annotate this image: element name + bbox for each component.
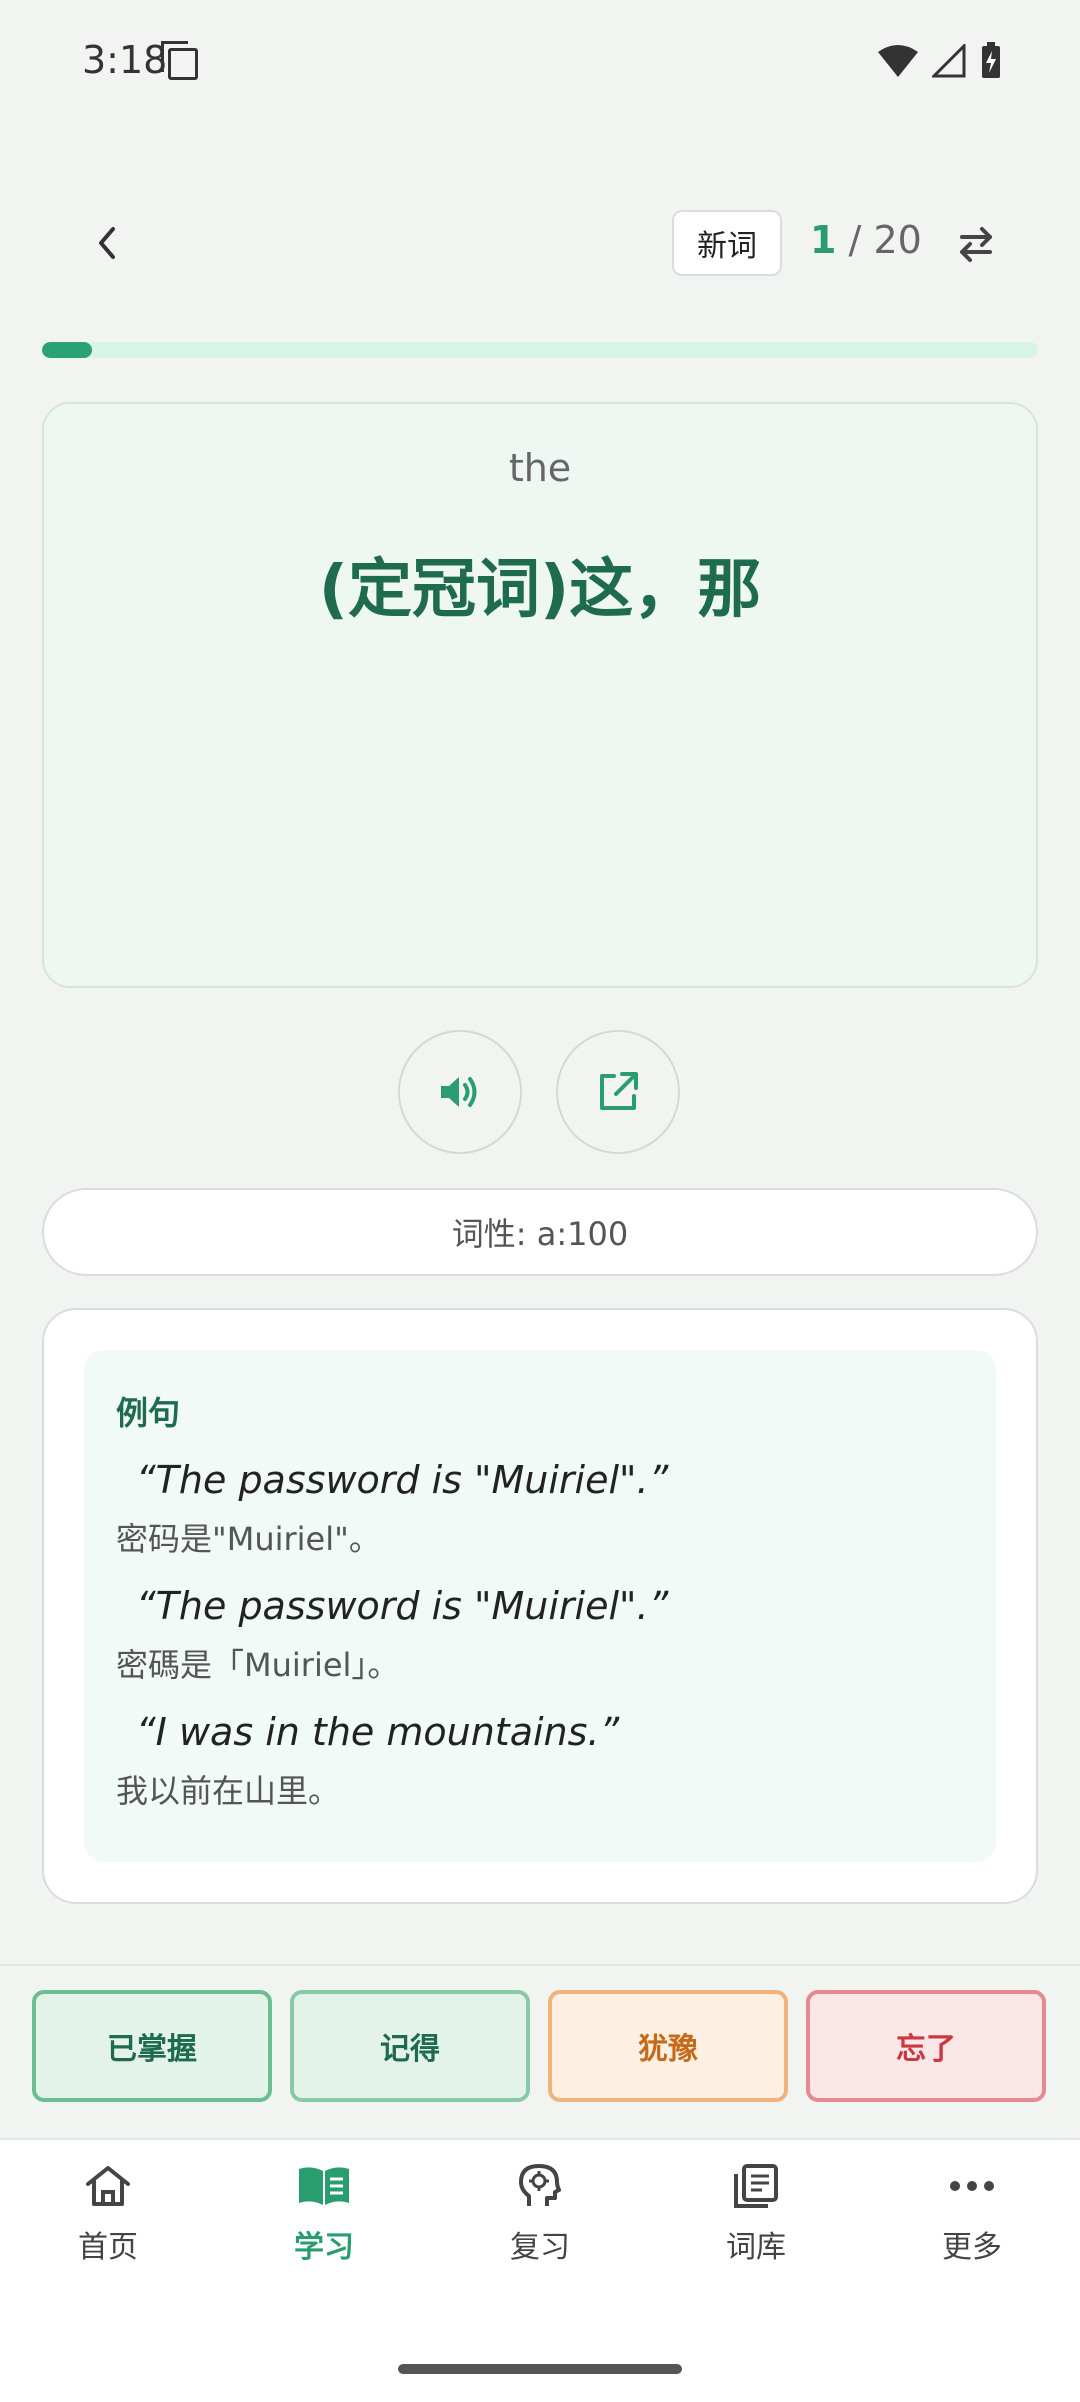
swap-arrows-icon	[960, 227, 992, 262]
nav-label: 更多	[942, 2230, 1002, 2265]
part-of-speech: 词性: a:100	[42, 1188, 1038, 1276]
hesitate-button[interactable]: 犹豫	[548, 1990, 788, 2102]
speaker-icon	[441, 1077, 477, 1107]
remember-button[interactable]: 记得	[290, 1990, 530, 2102]
example-sentence-en: “I was in the mountains.”	[136, 1710, 620, 1754]
new-word-badge: 新词	[672, 210, 782, 276]
nav-home[interactable]: 首页	[0, 2156, 216, 2266]
nav-review[interactable]: 复习	[432, 2156, 648, 2266]
home-icon	[78, 2156, 138, 2216]
example-sentence-en: “The password is "Muiriel".”	[136, 1584, 669, 1628]
word-meaning: (定冠词)这，那	[318, 553, 762, 627]
library-icon	[726, 2156, 786, 2216]
nav-library[interactable]: 词库	[648, 2156, 864, 2266]
brain-icon	[510, 2156, 570, 2216]
book-icon	[294, 2156, 354, 2216]
pronounce-button[interactable]	[398, 1030, 522, 1154]
nav-study[interactable]: 学习	[216, 2156, 432, 2266]
example-sentence-en: “The password is "Muiriel".”	[136, 1458, 669, 1502]
example-sentence-zh: 我以前在山里。	[116, 1772, 341, 1810]
forgot-button[interactable]: 忘了	[806, 1990, 1046, 2102]
back-button[interactable]	[82, 210, 132, 276]
more-icon	[942, 2156, 1002, 2216]
mastered-button[interactable]: 已掌握	[32, 1990, 272, 2102]
example-sentence-zh: 密碼是「Muiriel」。	[116, 1646, 400, 1684]
open-external-button[interactable]	[556, 1030, 680, 1154]
signal-icon	[932, 44, 966, 78]
home-indicator[interactable]	[398, 2364, 682, 2374]
chevron-left-icon	[99, 227, 115, 259]
progress-bar	[42, 342, 1038, 358]
examples-title: 例句	[116, 1394, 181, 1432]
nav-label: 首页	[78, 2230, 138, 2265]
nav-label: 学习	[294, 2230, 354, 2265]
sim-card-icon	[161, 41, 198, 80]
nav-more[interactable]: 更多	[864, 2156, 1080, 2266]
example-sentence-zh: 密码是"Muiriel"。	[116, 1520, 381, 1558]
counter-separator: /	[848, 218, 862, 262]
nav-label: 复习	[510, 2230, 570, 2265]
battery-icon	[982, 42, 1000, 78]
status-bar: 3:18	[0, 0, 1080, 126]
external-link-icon	[600, 1072, 638, 1110]
status-icons	[878, 42, 1002, 80]
counter-current: 1	[810, 218, 837, 262]
switch-mode-button[interactable]	[948, 214, 1004, 274]
wifi-icon	[878, 45, 918, 77]
word-text: the	[508, 446, 572, 490]
status-time: 3:18	[82, 38, 168, 82]
progress-fill	[42, 342, 92, 358]
word-counter: 1 / 20	[810, 218, 922, 262]
nav-label: 词库	[726, 2230, 786, 2265]
counter-total: 20	[873, 218, 922, 262]
